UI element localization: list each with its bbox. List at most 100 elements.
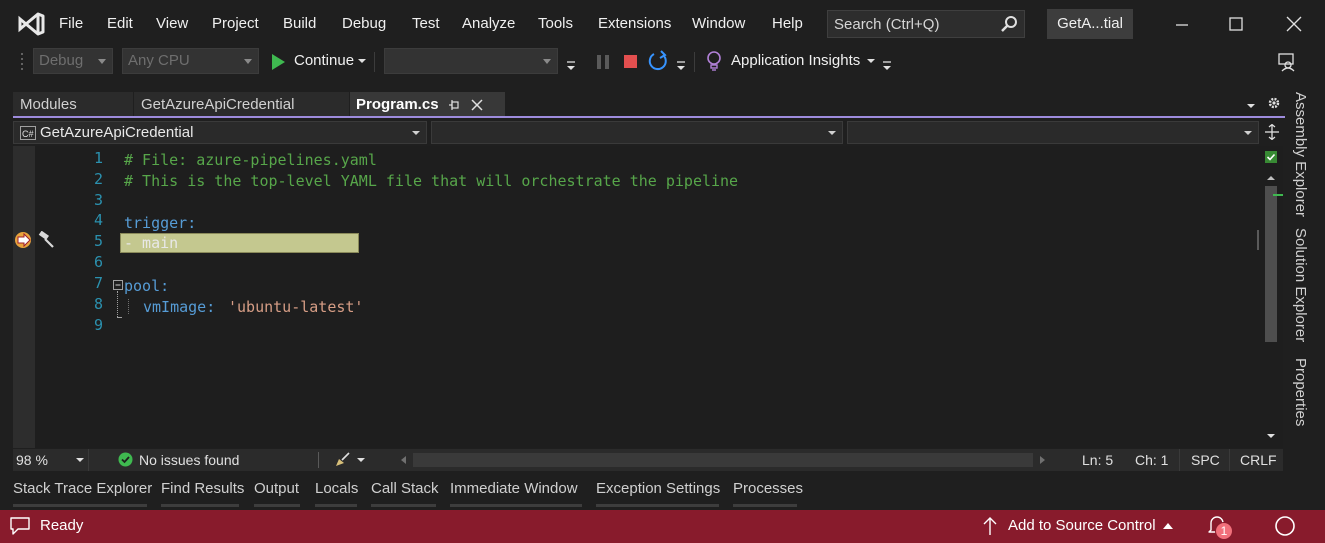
solution-name-badge[interactable]: GetA...tial: [1047, 9, 1133, 39]
tab-accent-line: [13, 116, 1285, 118]
standard-toolbar: Debug Any CPU Continue Application Insig…: [0, 46, 1325, 78]
menu-debug[interactable]: Debug: [342, 15, 386, 32]
tab-locals[interactable]: Locals: [315, 480, 358, 497]
menu-build[interactable]: Build: [283, 15, 316, 32]
menu-view[interactable]: View: [156, 15, 188, 32]
minimize-icon[interactable]: [1170, 12, 1194, 36]
code-editor[interactable]: 1 2 3 4 5 6 7 8 9 # File: azure-pipeline…: [13, 146, 1259, 448]
collapse-icon[interactable]: [113, 280, 123, 290]
continue-button[interactable]: Continue: [294, 52, 354, 69]
issues-status[interactable]: No issues found: [139, 452, 239, 468]
menu-tools[interactable]: Tools: [538, 15, 573, 32]
tab-list-dropdown-icon[interactable]: [1247, 104, 1255, 108]
tab-underline: [315, 504, 357, 507]
live-share-icon[interactable]: [1277, 52, 1297, 72]
tab-find-results[interactable]: Find Results: [161, 480, 244, 497]
menu-project[interactable]: Project: [212, 15, 259, 32]
check-circle-icon: [118, 452, 133, 467]
toolbar-grip-icon[interactable]: [20, 51, 24, 73]
line-number: 6: [93, 253, 103, 271]
right-dock-tabs: Assembly Explorer Solution Explorer Prop…: [1285, 78, 1325, 478]
search-input[interactable]: Search (Ctrl+Q): [827, 10, 1025, 38]
toolbar-separator: [374, 52, 375, 72]
scroll-down-icon[interactable]: [1267, 434, 1275, 438]
close-tab-icon[interactable]: [471, 99, 483, 111]
tab-modules[interactable]: Modules: [13, 92, 133, 118]
outline-guide: [117, 291, 118, 317]
status-separator: [1179, 449, 1180, 471]
no-issues-check-icon: [1265, 151, 1277, 163]
tab-assembly-explorer[interactable]: Assembly Explorer: [1292, 92, 1309, 217]
stop-icon[interactable]: [623, 54, 638, 69]
menu-analyze[interactable]: Analyze: [462, 15, 515, 32]
feedback-icon[interactable]: [9, 516, 31, 536]
horizontal-scrollbar[interactable]: [413, 453, 1033, 467]
member-scope-dropdown[interactable]: [847, 121, 1259, 144]
pause-icon[interactable]: [596, 54, 610, 70]
whitespace-indicator[interactable]: SPC: [1191, 452, 1220, 468]
tab-exception-settings[interactable]: Exception Settings: [596, 480, 720, 497]
tab-getazureapicredential[interactable]: GetAzureApiCredential: [134, 92, 349, 118]
chevron-down-icon[interactable]: [358, 59, 366, 63]
toolbar-separator: [694, 52, 695, 72]
visual-studio-logo-icon[interactable]: [16, 11, 46, 37]
tab-properties[interactable]: Properties: [1292, 358, 1309, 426]
scroll-right-icon[interactable]: [1040, 456, 1045, 464]
close-icon[interactable]: [1282, 12, 1306, 36]
scrollbar-thumb[interactable]: [1265, 186, 1277, 342]
solution-configuration-select[interactable]: Debug: [33, 48, 113, 74]
zoom-value: 98 %: [16, 452, 48, 468]
chevron-down-icon: [828, 131, 836, 135]
pin-icon[interactable]: [448, 99, 460, 111]
status-circle-icon[interactable]: [1274, 515, 1296, 537]
search-icon: [1001, 16, 1017, 32]
project-dropdown[interactable]: C# GetAzureApiCredential: [13, 121, 427, 144]
code-cleanup-brush-icon[interactable]: [334, 452, 352, 468]
line-number: 8: [93, 295, 103, 313]
tab-processes[interactable]: Processes: [733, 480, 803, 497]
column-indicator[interactable]: Ch: 1: [1135, 452, 1168, 468]
chevron-up-icon[interactable]: [1163, 523, 1173, 529]
line-ending-indicator[interactable]: CRLF: [1240, 452, 1277, 468]
lightbulb-icon[interactable]: [705, 50, 723, 72]
menu-window[interactable]: Window: [692, 15, 745, 32]
yaml-key-trigger: trigger:: [124, 214, 197, 232]
solution-platform-select[interactable]: Any CPU: [122, 48, 259, 74]
menu-extensions[interactable]: Extensions: [598, 15, 671, 32]
tab-stack-trace-explorer[interactable]: Stack Trace Explorer: [13, 480, 152, 497]
breakpoint-margin[interactable]: [13, 146, 35, 448]
gear-icon[interactable]: [1267, 96, 1281, 110]
maximize-icon[interactable]: [1224, 12, 1248, 36]
scroll-up-icon[interactable]: [1267, 176, 1275, 180]
toolbar-overflow-icon[interactable]: [566, 60, 576, 72]
toolbar-overflow-icon[interactable]: [882, 60, 892, 72]
tab-underline: [371, 504, 436, 507]
toolbar-overflow-icon[interactable]: [676, 60, 686, 72]
vertical-scrollbar[interactable]: [1259, 146, 1283, 448]
tab-immediate-window[interactable]: Immediate Window: [450, 480, 578, 497]
chevron-down-icon[interactable]: [867, 59, 875, 63]
chevron-down-icon[interactable]: [357, 458, 365, 462]
debug-target-select[interactable]: [384, 48, 558, 74]
line-number: 1: [93, 149, 103, 167]
split-window-icon[interactable]: [1264, 124, 1280, 140]
project-name: GetAzureApiCredential: [40, 124, 194, 141]
tab-solution-explorer[interactable]: Solution Explorer: [1292, 228, 1309, 342]
tab-call-stack[interactable]: Call Stack: [371, 480, 439, 497]
type-scope-dropdown[interactable]: [431, 121, 843, 144]
zoom-select[interactable]: 98 %: [13, 449, 89, 471]
line-indicator[interactable]: Ln: 5: [1082, 452, 1113, 468]
menu-edit[interactable]: Edit: [107, 15, 133, 32]
add-to-source-control-button[interactable]: Add to Source Control: [1008, 517, 1156, 534]
tab-label: GetAzureApiCredential: [141, 96, 295, 113]
play-icon[interactable]: [270, 53, 286, 71]
menu-file[interactable]: File: [59, 15, 83, 32]
scroll-left-icon[interactable]: [401, 456, 406, 464]
chevron-down-icon: [1244, 131, 1252, 135]
menu-help[interactable]: Help: [772, 15, 803, 32]
tab-program-cs[interactable]: Program.cs: [350, 92, 505, 118]
application-insights-button[interactable]: Application Insights: [731, 52, 860, 69]
menu-test[interactable]: Test: [412, 15, 440, 32]
restart-icon[interactable]: [647, 50, 669, 72]
tab-output[interactable]: Output: [254, 480, 299, 497]
